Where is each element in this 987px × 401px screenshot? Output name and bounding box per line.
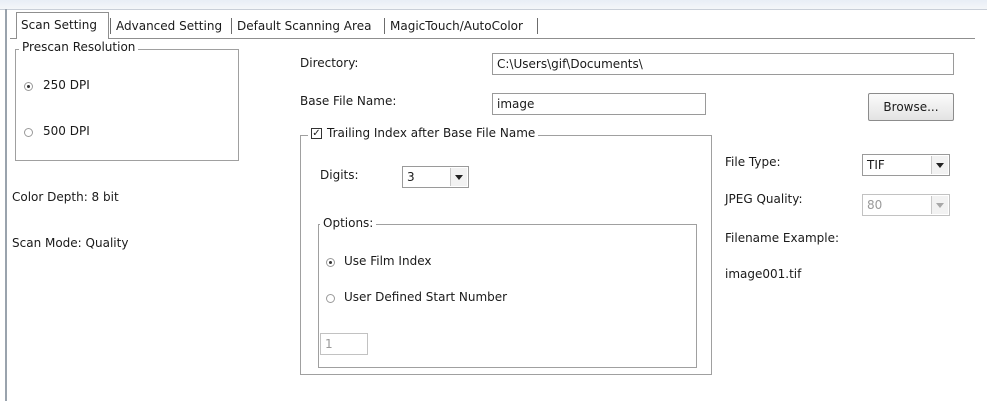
prescan-resolution-title: Prescan Resolution — [19, 40, 139, 54]
scan-mode-text: Scan Mode: Quality — [12, 236, 129, 250]
digits-value: 3 — [407, 170, 415, 184]
digits-label: Digits: — [320, 168, 359, 182]
color-depth-text: Color Depth: 8 bit — [12, 190, 119, 204]
start-number-input[interactable]: 1 — [320, 333, 368, 355]
options-title: Options: — [320, 216, 377, 230]
file-type-label: File Type: — [725, 155, 781, 169]
user-defined-start-label[interactable]: User Defined Start Number — [344, 290, 507, 304]
window-left-border — [5, 9, 7, 401]
directory-label: Directory: — [300, 56, 359, 70]
radio-user-defined-start[interactable] — [326, 294, 335, 303]
filename-example-value: image001.tif — [725, 267, 802, 281]
tab-strip-line — [10, 38, 975, 39]
trailing-index-checkbox[interactable]: ✓ — [311, 127, 322, 139]
radio-use-film-index[interactable] — [326, 258, 335, 267]
chevron-down-icon[interactable] — [931, 156, 948, 174]
base-file-name-label: Base File Name: — [300, 94, 397, 108]
browse-button[interactable]: Browse... — [868, 93, 954, 121]
tab-magictouch-autocolor[interactable]: MagicTouch/AutoColor — [386, 14, 536, 38]
chevron-down-icon[interactable] — [450, 168, 467, 186]
jpeg-quality-label: JPEG Quality: — [725, 192, 803, 206]
radio-250-dpi[interactable] — [24, 82, 33, 91]
trailing-index-label[interactable]: Trailing Index after Base File Name — [327, 126, 535, 140]
base-file-name-input[interactable]: image — [492, 93, 706, 115]
use-film-index-label[interactable]: Use Film Index — [344, 254, 431, 268]
tab-separator — [231, 18, 232, 34]
jpeg-quality-value: 80 — [867, 198, 883, 212]
chevron-down-icon[interactable] — [931, 196, 948, 214]
file-type-value: TIF — [867, 158, 885, 172]
tab-scan-setting[interactable]: Scan Setting — [16, 12, 109, 39]
directory-input[interactable]: C:\Users\gif\Documents\ — [492, 53, 954, 75]
radio-250-dpi-label[interactable]: 250 DPI — [43, 78, 90, 92]
tab-advanced-setting[interactable]: Advanced Setting — [112, 14, 230, 38]
tab-separator — [384, 18, 385, 34]
trailing-index-header: ✓ Trailing Index after Base File Name — [308, 126, 539, 140]
window-top-border — [0, 0, 987, 10]
file-type-select[interactable]: TIF — [862, 154, 950, 176]
radio-500-dpi[interactable] — [24, 128, 33, 137]
tab-default-scanning-area[interactable]: Default Scanning Area — [233, 14, 383, 38]
tab-separator — [110, 18, 111, 34]
tab-separator — [537, 18, 538, 34]
prescan-resolution-group — [15, 49, 239, 161]
jpeg-quality-select[interactable]: 80 — [862, 194, 950, 216]
digits-select[interactable]: 3 — [402, 166, 469, 188]
filename-example-label: Filename Example: — [725, 231, 840, 245]
radio-500-dpi-label[interactable]: 500 DPI — [43, 124, 90, 138]
